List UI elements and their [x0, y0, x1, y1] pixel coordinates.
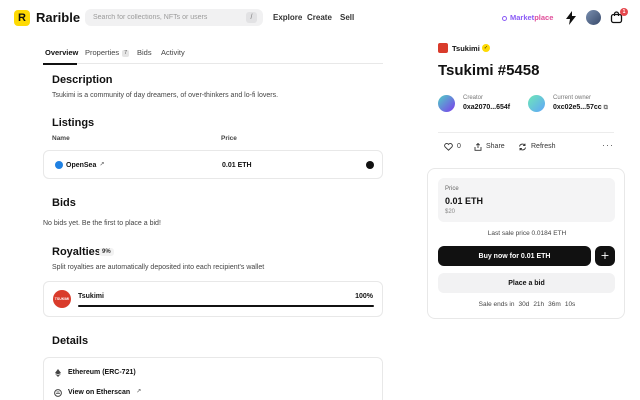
- countdown-seconds: 10s: [564, 301, 576, 308]
- place-bid-button[interactable]: Place a bid: [438, 273, 615, 293]
- tab-activity[interactable]: Activity: [161, 48, 185, 58]
- item-tabs: Overview Properties 7 Bids Activity: [43, 44, 383, 65]
- details-chain-row: Ethereum (ERC-721): [54, 368, 136, 377]
- search-input[interactable]: [93, 14, 233, 21]
- marketplace-label-b: place: [534, 13, 554, 22]
- tab-overview[interactable]: Overview: [45, 48, 78, 58]
- countdown-minutes: 36m: [548, 301, 561, 308]
- tab-label: Activity: [161, 48, 185, 57]
- divider: [438, 132, 614, 133]
- tsukimi-logo-icon: TSUKIMI: [53, 290, 71, 308]
- owner-avatar[interactable]: [528, 95, 545, 112]
- share-button[interactable]: Share: [474, 142, 505, 151]
- listings-title: Listings: [52, 117, 95, 129]
- collection-name[interactable]: Tsukimi: [452, 44, 480, 53]
- properties-count-badge: 7: [122, 49, 130, 57]
- like-button[interactable]: 0: [444, 142, 461, 151]
- sale-ends-label: Sale ends in: [478, 301, 515, 308]
- royalty-recipient-percent: 100%: [355, 293, 373, 300]
- nav-explore[interactable]: Explore: [273, 12, 302, 24]
- buy-now-button[interactable]: Buy now for 0.01 ETH: [438, 246, 591, 266]
- creator-avatar[interactable]: [438, 95, 455, 112]
- marketplace-switch[interactable]: Marketplace: [502, 12, 553, 24]
- owner-address[interactable]: 0xc02e5...57cc: [553, 104, 602, 111]
- more-options-icon[interactable]: ···: [602, 140, 614, 150]
- price-eth: 0.01 ETH: [445, 196, 484, 206]
- tab-label: Bids: [137, 48, 152, 57]
- like-count: 0: [457, 143, 461, 150]
- nav-sell[interactable]: Sell: [340, 12, 354, 24]
- opensea-icon: [55, 161, 63, 169]
- heart-icon: [444, 142, 453, 151]
- listing-marketplace[interactable]: OpenSea ↗: [66, 161, 104, 170]
- royalties-title: Royalties: [52, 246, 101, 258]
- listing-row[interactable]: OpenSea ↗ 0.01 ETH: [43, 150, 383, 179]
- listing-price: 0.01 ETH: [222, 162, 252, 169]
- verified-badge-icon: ✓: [482, 44, 490, 52]
- listing-action-icon[interactable]: [366, 161, 374, 169]
- details-card: Ethereum (ERC-721) View on Etherscan ↗: [43, 357, 383, 400]
- description-text: Tsukimi is a community of day dreamers, …: [52, 92, 279, 99]
- tab-bids[interactable]: Bids: [137, 48, 152, 58]
- sale-countdown: Sale ends in 30d 21h 36m 10s: [428, 301, 626, 308]
- search-bar[interactable]: /: [85, 9, 263, 26]
- royalties-text: Split royalties are automatically deposi…: [52, 264, 265, 271]
- owner-label: Current owner: [553, 95, 592, 101]
- owner-address-group: 0xc02e5...57cc ⧉: [553, 103, 608, 113]
- royalty-share-bar: [78, 305, 374, 307]
- details-chain: Ethereum (ERC-721): [68, 369, 136, 376]
- tab-label: Overview: [45, 48, 79, 57]
- royalty-share-bar-fill: [78, 305, 374, 307]
- collection-avatar[interactable]: [438, 43, 448, 53]
- creator-label: Creator: [463, 95, 484, 101]
- rarible-logo-icon[interactable]: R: [14, 10, 30, 26]
- countdown-hours: 21h: [533, 301, 545, 308]
- lightning-icon[interactable]: [565, 11, 577, 25]
- search-shortcut-key: /: [246, 12, 257, 23]
- copy-icon[interactable]: ⧉: [604, 105, 608, 111]
- rarible-wordmark[interactable]: Rarible: [36, 10, 80, 26]
- description-title: Description: [52, 74, 113, 86]
- countdown-days: 30d: [518, 301, 530, 308]
- tab-properties[interactable]: Properties 7: [85, 48, 130, 58]
- royalty-recipient-card: TSUKIMI Tsukimi 100%: [43, 281, 383, 317]
- user-avatar[interactable]: [586, 10, 601, 25]
- price-box: Price 0.01 ETH $20: [438, 178, 615, 222]
- last-sale-price: Last sale price 0.0184 ETH: [487, 230, 567, 237]
- royalties-percent-badge: 9%: [99, 248, 114, 256]
- share-icon: [474, 142, 482, 151]
- etherscan-label: View on Etherscan: [68, 389, 131, 396]
- add-to-cart-button[interactable]: +: [595, 246, 615, 266]
- ethereum-icon: [55, 368, 61, 377]
- listings-col-name: Name: [52, 135, 70, 142]
- tab-label: Properties: [85, 48, 120, 57]
- royalty-recipient-name[interactable]: Tsukimi: [78, 293, 104, 300]
- top-nav: R Rarible / Explore Create Sell Marketpl…: [0, 0, 640, 36]
- active-tab-indicator: [43, 63, 77, 65]
- external-link-icon: ↗: [136, 389, 142, 395]
- bids-empty-text: No bids yet. Be the first to place a bid…: [43, 220, 161, 227]
- etherscan-icon: [54, 388, 62, 397]
- share-label: Share: [486, 143, 505, 150]
- refresh-label: Refresh: [531, 143, 556, 150]
- external-link-icon: ↗: [99, 162, 105, 168]
- marketplace-label-a: Market: [510, 13, 535, 22]
- nav-create[interactable]: Create: [307, 12, 332, 24]
- price-usd: $20: [445, 209, 456, 215]
- nft-title: Tsukimi #5458: [438, 62, 540, 79]
- listing-marketplace-name: OpenSea: [66, 162, 97, 169]
- etherscan-link[interactable]: View on Etherscan ↗: [54, 388, 141, 397]
- cart-count-badge: 1: [620, 8, 628, 16]
- creator-address[interactable]: 0xa2070...654f: [463, 103, 510, 112]
- price-label: Price: [445, 186, 459, 192]
- listings-col-price: Price: [221, 135, 237, 142]
- refresh-icon: [519, 143, 526, 150]
- buy-panel: Price 0.01 ETH $20 Last sale price 0.018…: [427, 168, 625, 319]
- refresh-button[interactable]: Refresh: [518, 142, 556, 151]
- marketplace-icon: [502, 15, 507, 21]
- bids-title: Bids: [52, 197, 76, 209]
- details-title: Details: [52, 335, 89, 347]
